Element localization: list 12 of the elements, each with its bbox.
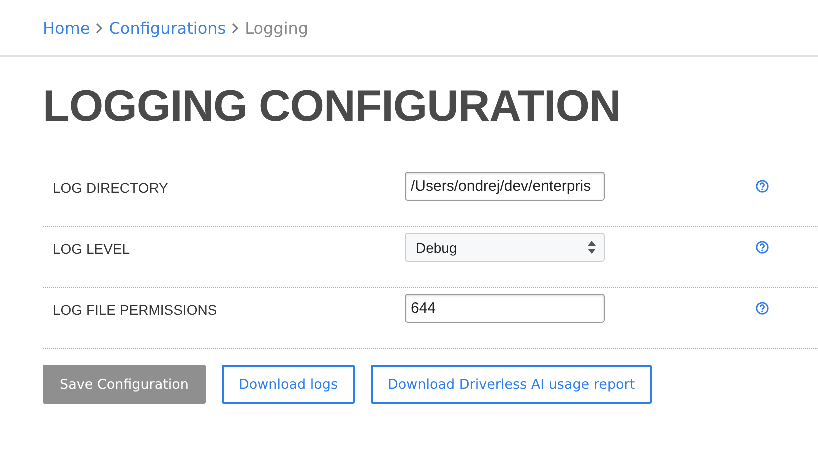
download-button[interactable]: Download logs	[222, 365, 355, 404]
breadcrumb-current: Logging	[245, 19, 309, 38]
text-field[interactable]: /Users/ondrej/dev/enterpris	[405, 172, 605, 201]
page-title: LOGGING CONFIGURATION	[43, 83, 621, 131]
breadcrumb-link[interactable]: Home	[43, 19, 90, 38]
setting-label: LOG DIRECTORY	[53, 179, 170, 196]
breadcrumb-link[interactable]: Configurations	[109, 19, 226, 38]
dropdown[interactable]: Debug	[405, 233, 605, 262]
text-field[interactable]: 644	[405, 294, 605, 323]
setting-label: LOG FILE PERMISSIONS	[53, 301, 218, 318]
setting-label: LOG LEVEL	[53, 240, 132, 257]
download-button[interactable]: Download Driverless AI usage report	[371, 365, 652, 404]
